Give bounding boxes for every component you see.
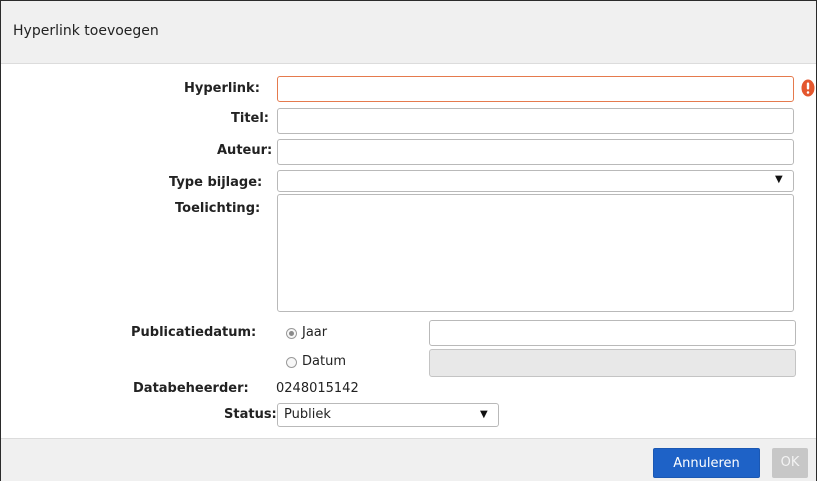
- auteur-label: Auteur:: [217, 143, 273, 158]
- toelichting-textarea[interactable]: [277, 194, 794, 312]
- publicatiedatum-label: Publicatiedatum:: [131, 325, 257, 340]
- type-bijlage-label: Type bijlage:: [169, 175, 263, 190]
- datum-radio[interactable]: [286, 357, 297, 368]
- auteur-input[interactable]: [277, 139, 794, 165]
- titel-label: Titel:: [231, 111, 270, 126]
- dialog-footer: Annuleren OK: [1, 438, 816, 481]
- cancel-button[interactable]: Annuleren: [653, 448, 760, 478]
- hyperlink-input[interactable]: [277, 76, 794, 102]
- hyperlink-label: Hyperlink:: [184, 81, 260, 96]
- databeheerder-value: 0248015142: [276, 381, 359, 396]
- dialog-header: Hyperlink toevoegen: [1, 1, 816, 64]
- chevron-down-icon: ▼: [480, 409, 488, 420]
- jaar-radio-label: Jaar: [302, 325, 328, 340]
- type-bijlage-select[interactable]: ▼: [277, 170, 794, 192]
- chevron-down-icon: ▼: [775, 174, 783, 185]
- toelichting-label: Toelichting:: [175, 201, 261, 216]
- titel-input[interactable]: [277, 108, 794, 134]
- status-selected-value: Publiek: [284, 407, 331, 422]
- hyperlink-dialog: Hyperlink toevoegen Hyperlink: Titel: Au…: [0, 0, 817, 481]
- jaar-input[interactable]: [429, 320, 796, 346]
- dialog-title: Hyperlink toevoegen: [13, 23, 159, 39]
- warning-icon: [801, 79, 815, 97]
- datum-input: [429, 349, 796, 377]
- databeheerder-label: Databeheerder:: [133, 381, 249, 396]
- datum-radio-label: Datum: [302, 354, 346, 369]
- status-label: Status:: [224, 407, 277, 422]
- jaar-radio[interactable]: [286, 328, 297, 339]
- ok-button[interactable]: OK: [772, 448, 808, 478]
- status-select[interactable]: Publiek ▼: [277, 403, 499, 427]
